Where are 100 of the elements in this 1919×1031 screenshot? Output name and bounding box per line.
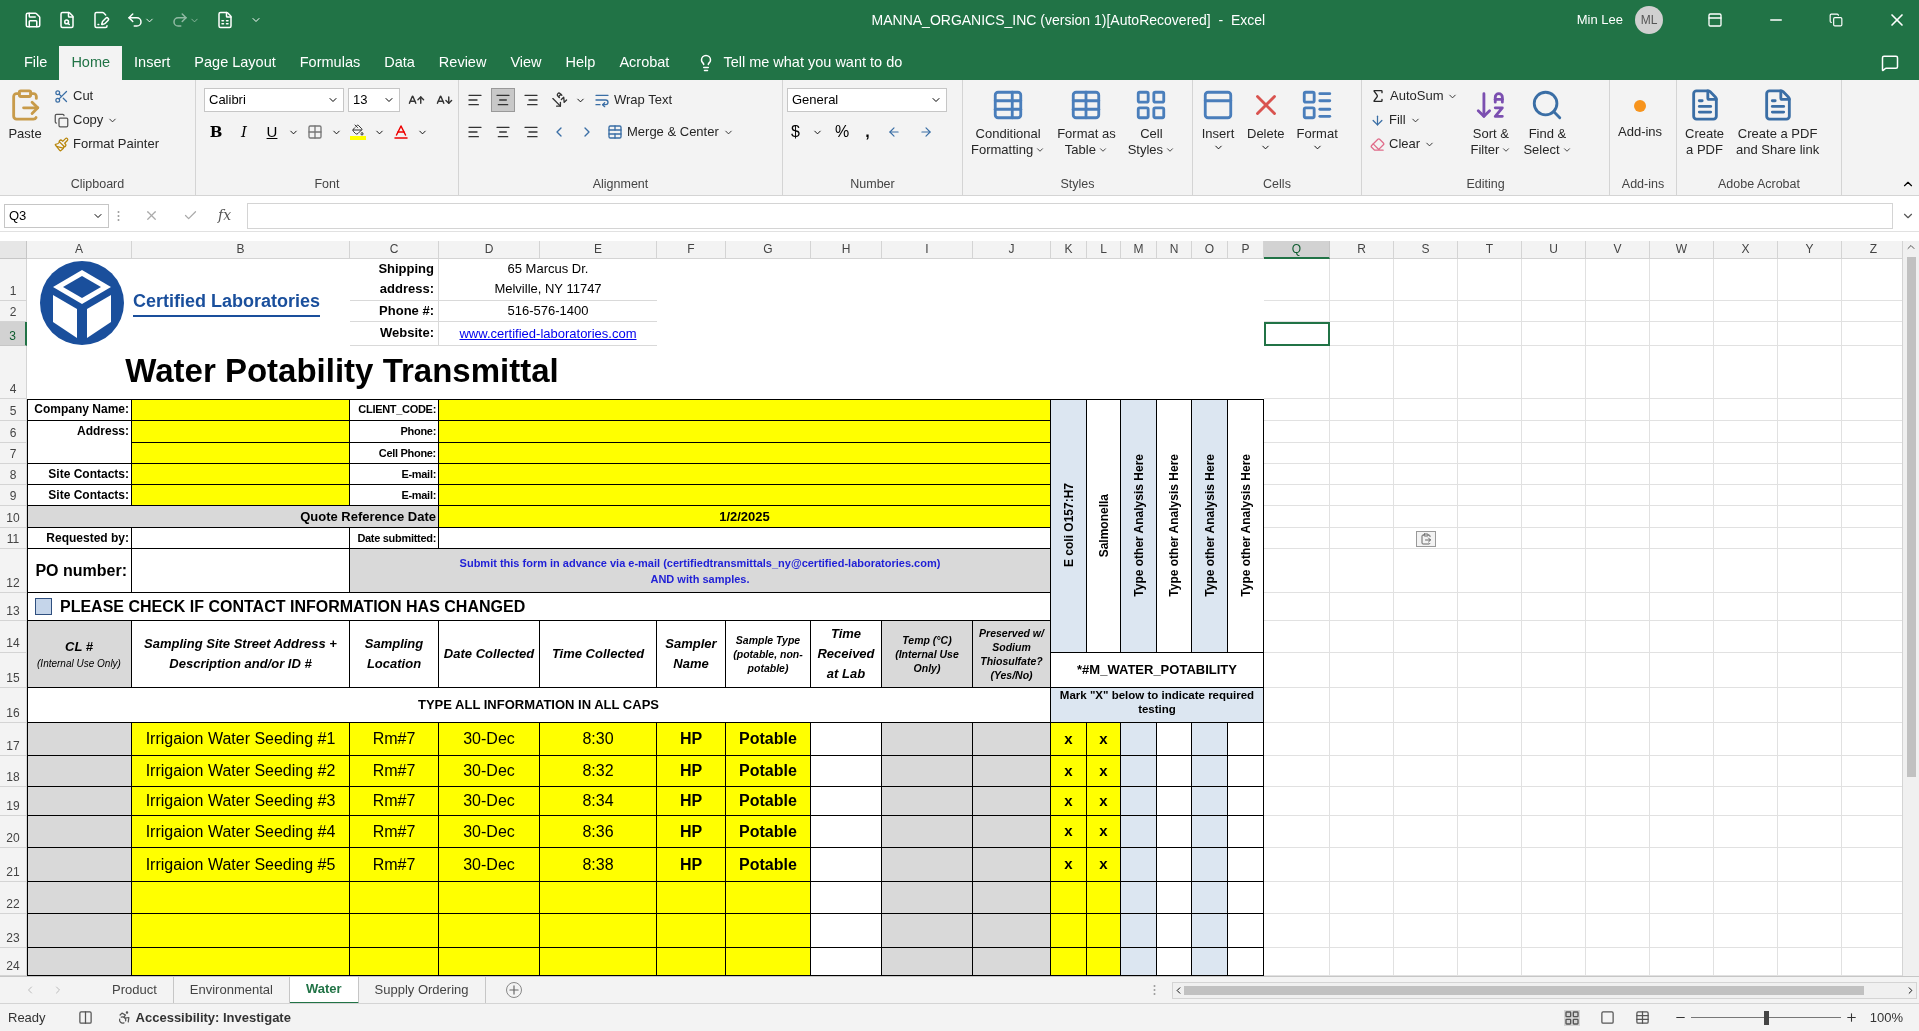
- menu-tab[interactable]: Insert: [122, 46, 183, 80]
- column-header[interactable]: T: [1458, 241, 1522, 259]
- menu-tab[interactable]: Page Layout: [182, 46, 288, 80]
- column-header[interactable]: L: [1087, 241, 1121, 259]
- menu-tab[interactable]: View: [498, 46, 554, 80]
- italic-button[interactable]: I: [232, 120, 256, 144]
- vertical-scrollbar[interactable]: [1902, 241, 1919, 976]
- percent-button[interactable]: %: [830, 120, 854, 144]
- menu-tab[interactable]: Review: [426, 46, 499, 80]
- column-header[interactable]: G: [726, 241, 811, 259]
- column-header[interactable]: U: [1522, 241, 1586, 259]
- file-icon[interactable]: [216, 11, 234, 29]
- page-layout-icon[interactable]: [1599, 1010, 1615, 1025]
- underline-button[interactable]: U: [260, 120, 284, 144]
- column-header[interactable]: C: [350, 241, 439, 259]
- column-header[interactable]: X: [1714, 241, 1778, 259]
- menu-tab[interactable]: Acrobat: [607, 46, 682, 80]
- bold-button[interactable]: B: [204, 120, 228, 144]
- macro-recording-icon[interactable]: [77, 1010, 93, 1025]
- checkbox[interactable]: [35, 598, 52, 615]
- page-break-icon[interactable]: [1634, 1010, 1650, 1025]
- cut-button[interactable]: Cut: [50, 84, 163, 108]
- column-header[interactable]: F: [657, 241, 726, 259]
- column-header[interactable]: K: [1051, 241, 1087, 259]
- comma-button[interactable]: ,: [861, 120, 874, 144]
- zoom-slider[interactable]: [1690, 1010, 1841, 1025]
- comments-icon[interactable]: [1881, 54, 1899, 72]
- clear-button[interactable]: Clear: [1366, 132, 1463, 156]
- column-header[interactable]: H: [811, 241, 882, 259]
- row-header[interactable]: 10: [0, 506, 27, 528]
- row-header[interactable]: 5: [0, 399, 27, 421]
- restore-icon[interactable]: [1829, 13, 1843, 27]
- zoom-in-icon[interactable]: [1844, 1011, 1858, 1024]
- row-header[interactable]: 13: [0, 593, 27, 621]
- save-icon[interactable]: [24, 11, 42, 29]
- redo-icon[interactable]: [171, 11, 189, 29]
- print-preview-icon[interactable]: [58, 11, 76, 29]
- font-size-dropdown[interactable]: 13: [348, 88, 400, 112]
- column-header[interactable]: S: [1394, 241, 1458, 259]
- paste-button[interactable]: Paste: [4, 84, 46, 175]
- row-header[interactable]: 1: [0, 259, 27, 301]
- name-box[interactable]: Q3: [4, 203, 109, 228]
- format-painter-button[interactable]: Format Painter: [50, 132, 163, 156]
- menu-tab[interactable]: Help: [553, 46, 608, 80]
- row-header[interactable]: 15: [0, 653, 27, 688]
- column-header[interactable]: I: [882, 241, 973, 259]
- insert-function-button[interactable]: fx: [218, 205, 232, 226]
- column-header[interactable]: Y: [1778, 241, 1842, 259]
- row-header[interactable]: 9: [0, 485, 27, 506]
- styles-button[interactable]: Cell Styles: [1123, 84, 1180, 175]
- normal-view-icon[interactable]: [1563, 1009, 1580, 1026]
- column-header[interactable]: Q: [1264, 241, 1330, 259]
- row-header[interactable]: 11: [0, 528, 27, 549]
- vertical-align-button[interactable]: [491, 88, 515, 112]
- search-field[interactable]: Tell me what you want to do: [723, 52, 903, 74]
- ribbon-display-icon[interactable]: [1707, 12, 1723, 28]
- merge-center-button[interactable]: Merge & Center: [603, 120, 738, 144]
- row-header[interactable]: 16: [0, 688, 27, 723]
- row-header[interactable]: 3: [0, 322, 27, 346]
- add-ins-button[interactable]: Add-ins: [1614, 84, 1667, 175]
- cells-button[interactable]: Format: [1292, 84, 1342, 142]
- paste-options-icon[interactable]: [1416, 530, 1436, 547]
- row-header[interactable]: 19: [0, 787, 27, 816]
- column-header[interactable]: W: [1650, 241, 1714, 259]
- column-header[interactable]: M: [1121, 241, 1157, 259]
- column-header[interactable]: Z: [1842, 241, 1902, 259]
- column-header[interactable]: E: [540, 241, 657, 259]
- menu-tab[interactable]: Home: [59, 46, 123, 80]
- horizontal-scrollbar[interactable]: [1172, 981, 1917, 999]
- row-header[interactable]: 8: [0, 464, 27, 485]
- column-header[interactable]: D: [439, 241, 540, 259]
- column-header[interactable]: A: [27, 241, 132, 259]
- fill-button[interactable]: Fill: [1366, 108, 1463, 132]
- font-name-dropdown[interactable]: Calibri: [204, 88, 344, 112]
- avatar[interactable]: ML: [1635, 6, 1663, 34]
- accessibility-icon[interactable]: [116, 1010, 132, 1025]
- formula-input[interactable]: [247, 202, 1893, 229]
- row-header[interactable]: 12: [0, 549, 27, 593]
- row-header[interactable]: 22: [0, 882, 27, 914]
- cells-button[interactable]: Insert: [1197, 84, 1239, 142]
- number-format-dropdown[interactable]: General: [787, 88, 947, 112]
- row-header[interactable]: 20: [0, 816, 27, 848]
- create-pdf-button[interactable]: Create a PDF: [1681, 84, 1729, 175]
- row-header[interactable]: 14: [0, 621, 27, 653]
- column-header[interactable]: N: [1157, 241, 1192, 259]
- column-header[interactable]: P: [1228, 241, 1264, 259]
- column-header[interactable]: R: [1330, 241, 1394, 259]
- styles-button[interactable]: Conditional Formatting: [967, 84, 1050, 175]
- styles-button[interactable]: Format as Table: [1053, 84, 1120, 175]
- row-header[interactable]: 18: [0, 756, 27, 787]
- undo-icon[interactable]: [126, 11, 144, 29]
- menu-tab[interactable]: Formulas: [287, 46, 373, 80]
- row-header[interactable]: 4: [0, 346, 27, 399]
- accessibility-status[interactable]: Accessibility: Investigate: [135, 1007, 291, 1028]
- website-link[interactable]: www.certified-laboratories.com: [459, 323, 637, 344]
- row-header[interactable]: 24: [0, 948, 27, 976]
- column-header[interactable]: J: [973, 241, 1051, 259]
- sheet-tab[interactable]: Water: [289, 976, 359, 1004]
- autosum-button[interactable]: AutoSum: [1366, 84, 1463, 108]
- copy-button[interactable]: Copy: [50, 108, 163, 132]
